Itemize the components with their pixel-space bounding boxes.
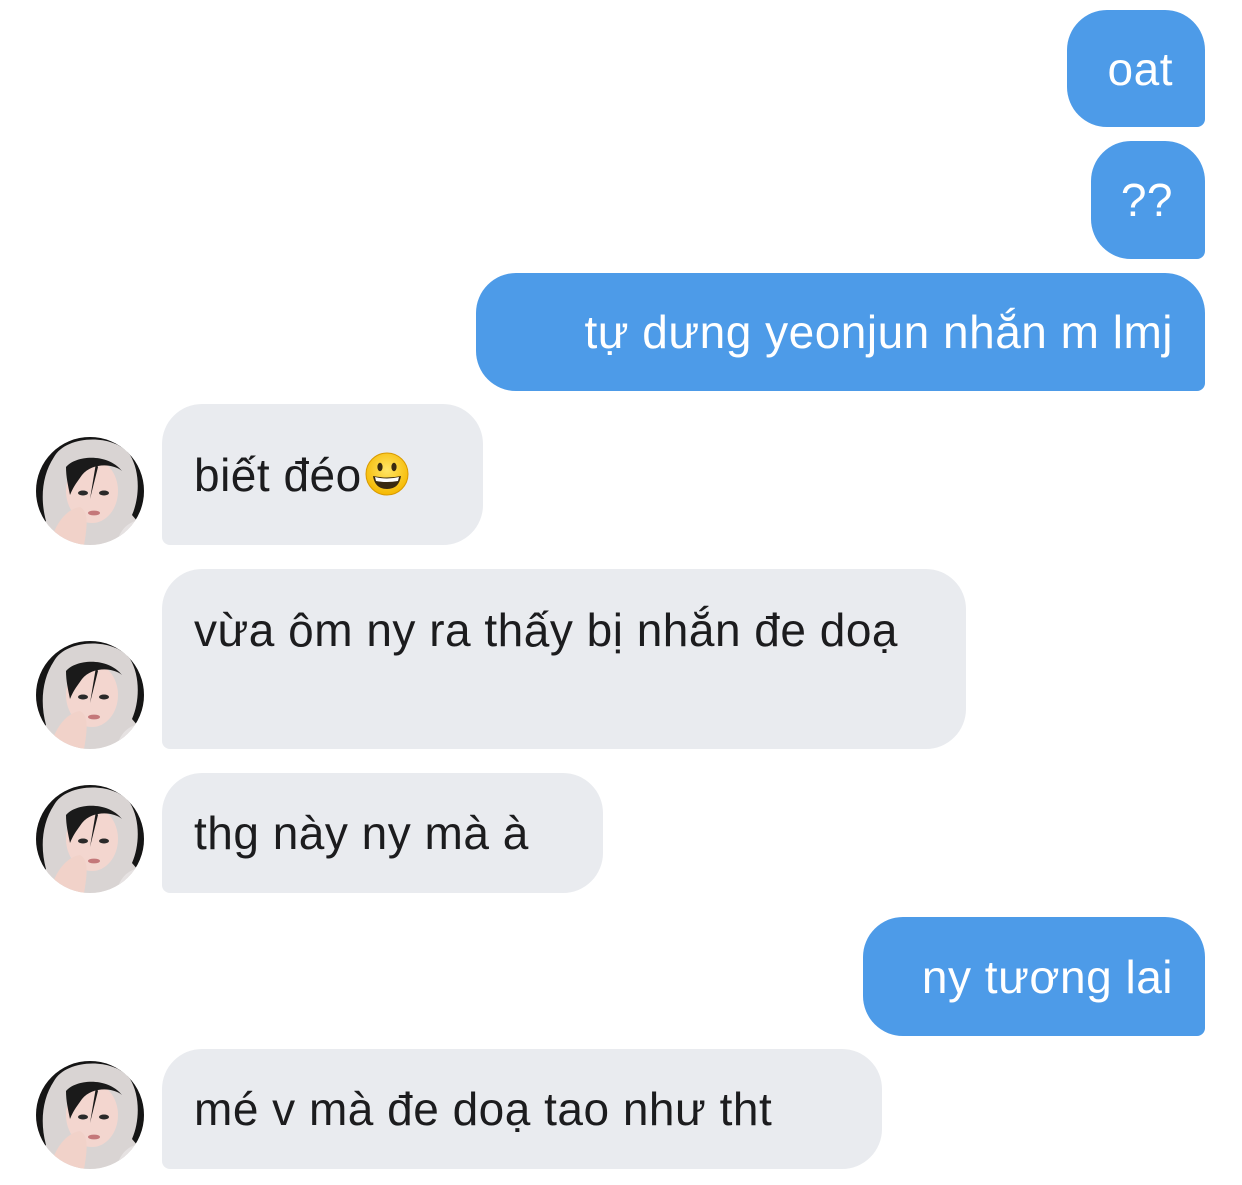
message-bubble-outgoing[interactable]: tự dưng yeonjun nhắn m lmj — [476, 273, 1205, 391]
avatar-image — [36, 437, 144, 545]
message-bubble-outgoing[interactable]: ny tương lai — [863, 917, 1205, 1036]
message-text: oat — [1107, 42, 1173, 95]
avatar-image — [36, 641, 144, 749]
message-text: ?? — [1120, 174, 1173, 226]
message-text: ny tương lai — [921, 950, 1173, 1003]
message-bubble-outgoing[interactable]: ?? — [1091, 141, 1205, 259]
message-bubble-incoming[interactable]: biết đéo — [162, 404, 483, 545]
message-text: tự dưng yeonjun nhắn m lmj — [584, 306, 1173, 358]
message-bubble-outgoing[interactable]: oat — [1067, 10, 1205, 127]
message-text: biết đéo — [194, 444, 410, 506]
message-text: vừa ôm ny ra thấy bị nhắn đe doạ — [194, 604, 899, 656]
contact-avatar[interactable] — [36, 1061, 144, 1169]
message-text: thg này ny mà à — [194, 807, 529, 859]
contact-avatar[interactable] — [36, 641, 144, 749]
message-bubble-incoming[interactable]: thg này ny mà à — [162, 773, 603, 893]
grinning-face-emoji-icon — [365, 452, 409, 495]
contact-avatar[interactable] — [36, 785, 144, 893]
message-text: mé v mà đe doạ tao như tht — [194, 1083, 773, 1135]
message-bubble-incoming[interactable]: mé v mà đe doạ tao như tht — [162, 1049, 882, 1169]
avatar-image — [36, 1061, 144, 1169]
message-bubble-incoming[interactable]: vừa ôm ny ra thấy bị nhắn đe doạ — [162, 569, 966, 749]
avatar-image — [36, 785, 144, 893]
contact-avatar[interactable] — [36, 437, 144, 545]
